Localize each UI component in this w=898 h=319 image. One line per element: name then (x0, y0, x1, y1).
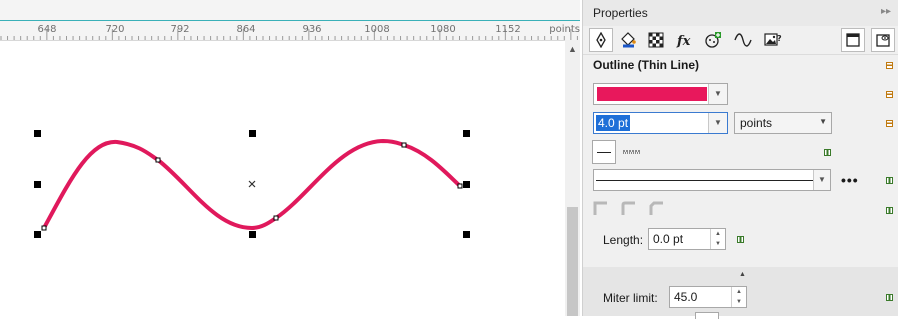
chevron-up-icon[interactable]: ▲ (739, 271, 746, 278)
ruler-label: 864 (236, 24, 256, 35)
length-field[interactable]: 0.0 pt ▲ ▼ (648, 228, 726, 250)
curve-node[interactable] (155, 157, 161, 163)
selection-handle[interactable] (34, 130, 41, 137)
fx-icon: fx (676, 34, 691, 48)
pin-section-icon[interactable] (886, 62, 893, 69)
panel-header: Properties ▸▸ (583, 0, 898, 27)
pin-length-icon[interactable] (737, 236, 744, 243)
pin-style-icon[interactable] (886, 177, 893, 184)
chevron-down-icon[interactable]: ▼ (708, 113, 727, 133)
tab-fill[interactable] (616, 28, 640, 52)
dashed-line-button[interactable] (621, 140, 645, 164)
svg-text:?: ? (777, 34, 782, 43)
scroll-up-arrow-icon[interactable]: ▲ (565, 42, 580, 56)
preview-icon (876, 34, 890, 47)
tab-summary[interactable] (701, 28, 725, 52)
svg-text:fx: fx (676, 34, 691, 48)
selection-handle[interactable] (34, 181, 41, 188)
curve-node[interactable] (401, 142, 407, 148)
selection-handle[interactable] (463, 231, 470, 238)
pin-line-icon[interactable] (824, 149, 831, 156)
ruler-unit-label: points (549, 24, 580, 35)
increment-icon[interactable]: ▲ (732, 287, 746, 297)
ruler-label: 1080 (430, 24, 456, 35)
collapse-panel-icon[interactable]: ▸▸ (881, 6, 891, 17)
dashed-line-icon (623, 150, 641, 154)
frame-view-button[interactable] (841, 28, 865, 52)
center-mark-icon (248, 180, 256, 188)
image-help-icon: ? (764, 33, 782, 46)
scrollbar-thumb[interactable] (567, 207, 578, 316)
line-style-dropdown[interactable]: ▼ (593, 169, 831, 191)
outline-color-picker[interactable]: ▼ (593, 83, 728, 105)
curve-node[interactable] (273, 215, 279, 221)
miter-corner-icon[interactable] (593, 201, 609, 217)
decrement-icon[interactable]: ▼ (732, 297, 746, 307)
more-options-button[interactable]: ••• (841, 172, 859, 188)
tab-transparency[interactable] (644, 28, 668, 52)
increment-icon[interactable]: ▲ (711, 229, 725, 239)
length-value[interactable]: 0.0 pt (653, 232, 683, 246)
corner-options (593, 201, 673, 217)
horizontal-ruler[interactable]: 648 720 792 864 936 1008 1080 1152 point… (0, 0, 580, 41)
bevel-corner-icon[interactable] (649, 201, 665, 217)
selection-handle[interactable] (249, 231, 256, 238)
ruler-label: 1152 (495, 24, 521, 35)
miter-stepper: ▲ ▼ (731, 287, 746, 307)
curve-node[interactable] (457, 183, 463, 189)
ruler-label: 1008 (364, 24, 390, 35)
chevron-down-icon: ▼ (819, 117, 827, 126)
units-dropdown[interactable]: points ▼ (734, 112, 832, 134)
ruler-label: 792 (170, 24, 190, 35)
miter-limit-label: Miter limit: (603, 291, 658, 305)
outline-width-value[interactable]: 4.0 pt (596, 115, 631, 131)
selection-handle[interactable] (463, 130, 470, 137)
curve-icon (734, 33, 752, 47)
solid-line-button[interactable] (592, 140, 616, 164)
round-corner-icon[interactable] (621, 201, 637, 217)
ruler-label: 936 (302, 24, 322, 35)
line-style-preview (596, 180, 814, 181)
pin-miter-icon[interactable] (886, 294, 893, 301)
miter-limit-field[interactable]: 45.0 ▲ ▼ (669, 286, 747, 308)
ruler-label: 720 (105, 24, 125, 35)
pin-color-icon[interactable] (886, 91, 893, 98)
outline-width-combo[interactable]: 4.0 pt ▼ (593, 112, 728, 134)
curve-node[interactable] (41, 225, 47, 231)
units-value: points (740, 116, 773, 130)
checkerboard-icon (648, 32, 664, 48)
tab-curve[interactable] (731, 28, 755, 52)
solid-line-icon (597, 152, 611, 153)
length-stepper: ▲ ▼ (710, 229, 725, 249)
miter-limit-value[interactable]: 45.0 (674, 290, 697, 304)
frame-icon (846, 33, 860, 47)
panel-title: Properties (593, 6, 648, 20)
drawing-area[interactable] (0, 40, 565, 316)
vertical-scrollbar[interactable]: ▲ (565, 40, 580, 316)
selection-handle[interactable] (249, 130, 256, 137)
pin-width-icon[interactable] (886, 120, 893, 127)
add-effect-icon (705, 32, 721, 48)
tab-effects[interactable]: fx (673, 28, 697, 52)
drawing-canvas[interactable]: 648 720 792 864 936 1008 1080 1152 point… (0, 0, 580, 316)
decrement-icon[interactable]: ▼ (711, 239, 725, 249)
ruler-ticks (0, 29, 578, 40)
tab-bitmap[interactable]: ? (761, 28, 785, 52)
ruler-label: 648 (37, 24, 57, 35)
outline-color-swatch (597, 87, 707, 101)
property-tabs: fx ? (583, 26, 898, 55)
pin-corner-icon[interactable] (886, 207, 893, 214)
chevron-down-icon[interactable]: ▼ (708, 84, 727, 104)
section-title: Outline (Thin Line) (593, 58, 699, 72)
paint-bucket-icon (621, 32, 636, 48)
properties-panel: Properties ▸▸ fx ? Outline (Thin Line) ▼… (582, 0, 898, 319)
length-label: Length: (603, 233, 644, 247)
selection-handle[interactable] (463, 181, 470, 188)
tab-outline-pen[interactable] (589, 28, 613, 52)
chevron-down-icon[interactable]: ▼ (813, 170, 830, 190)
pen-nib-icon (596, 32, 606, 48)
selection-handle[interactable] (34, 231, 41, 238)
preview-button[interactable] (871, 28, 895, 52)
